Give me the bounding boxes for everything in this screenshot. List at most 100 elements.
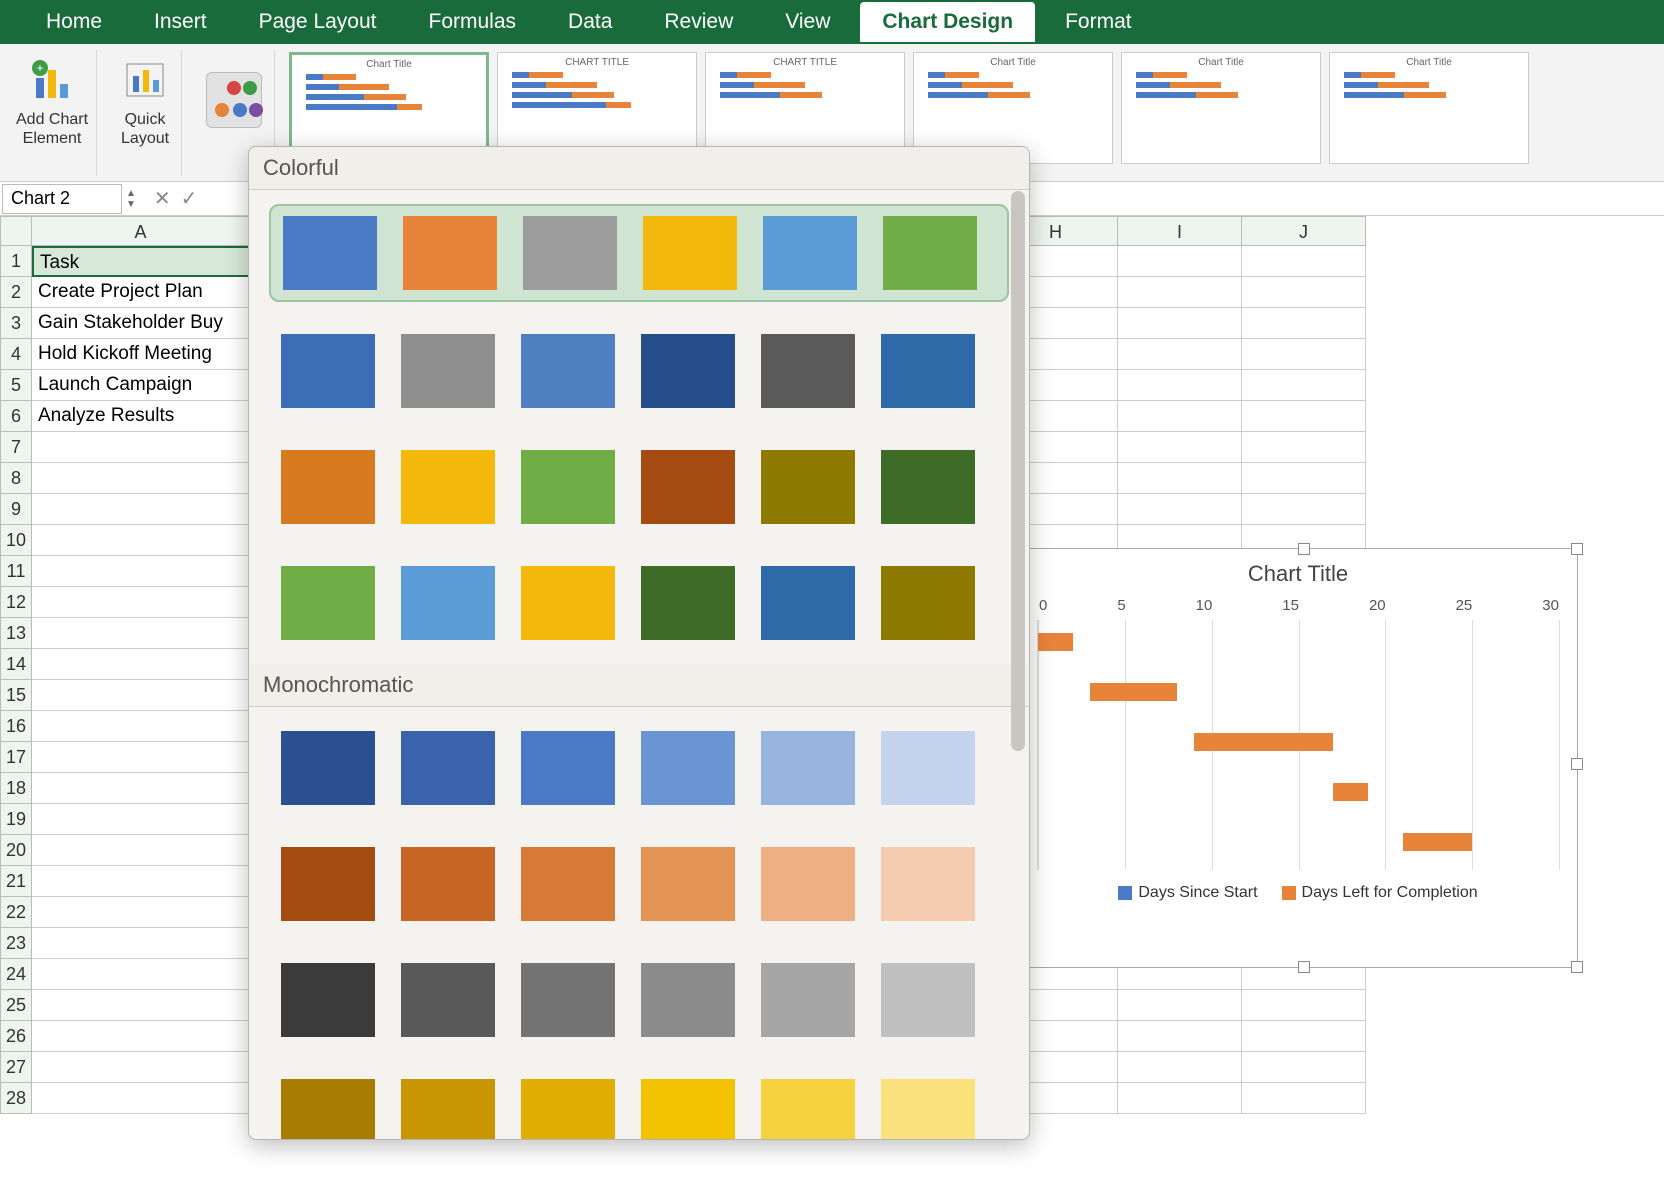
- add-chart-element-button[interactable]: + Add Chart Element: [16, 52, 88, 148]
- change-colors-button[interactable]: [206, 72, 262, 128]
- cell-J5[interactable]: [1242, 370, 1366, 401]
- row-head-4[interactable]: 4: [0, 339, 32, 370]
- cell-A19[interactable]: [32, 804, 250, 835]
- row-head-22[interactable]: 22: [0, 897, 32, 928]
- row-head-6[interactable]: 6: [0, 401, 32, 432]
- palette-swatch[interactable]: [641, 566, 735, 640]
- cell-A20[interactable]: [32, 835, 250, 866]
- row-head-23[interactable]: 23: [0, 928, 32, 959]
- cell-A8[interactable]: [32, 463, 250, 494]
- palette-swatch[interactable]: [521, 731, 615, 805]
- cell-I2[interactable]: [1118, 277, 1242, 308]
- cell-A14[interactable]: [32, 649, 250, 680]
- chart-title[interactable]: Chart Title: [1019, 561, 1577, 587]
- palette-swatch[interactable]: [881, 450, 975, 524]
- cell-J7[interactable]: [1242, 432, 1366, 463]
- tab-data[interactable]: Data: [546, 2, 634, 42]
- row-head-16[interactable]: 16: [0, 711, 32, 742]
- palette-swatch[interactable]: [281, 566, 375, 640]
- palette-swatch[interactable]: [881, 566, 975, 640]
- palette-swatch[interactable]: [401, 731, 495, 805]
- cell-I27[interactable]: [1118, 1052, 1242, 1083]
- palette-swatch[interactable]: [761, 847, 855, 921]
- tab-formulas[interactable]: Formulas: [407, 2, 539, 42]
- palette-swatch[interactable]: [641, 1079, 735, 1140]
- palette-row-1-2[interactable]: [269, 953, 1009, 1047]
- palette-swatch[interactable]: [521, 334, 615, 408]
- palette-swatch[interactable]: [521, 450, 615, 524]
- cell-I28[interactable]: [1118, 1083, 1242, 1114]
- cell-J2[interactable]: [1242, 277, 1366, 308]
- palette-row-0-3[interactable]: [269, 556, 1009, 650]
- cell-A21[interactable]: [32, 866, 250, 897]
- row-head-9[interactable]: 9: [0, 494, 32, 525]
- chart-legend[interactable]: Days Since Start Days Left for Completio…: [1019, 870, 1577, 916]
- cell-A2[interactable]: Create Project Plan: [32, 277, 250, 308]
- namebox-stepper-down[interactable]: ▼: [126, 199, 136, 210]
- palette-swatch[interactable]: [521, 847, 615, 921]
- cell-I7[interactable]: [1118, 432, 1242, 463]
- palette-row-1-0[interactable]: [269, 721, 1009, 815]
- palette-swatch[interactable]: [761, 1079, 855, 1140]
- palette-swatch[interactable]: [281, 847, 375, 921]
- palette-swatch[interactable]: [401, 963, 495, 1037]
- cell-I8[interactable]: [1118, 463, 1242, 494]
- cell-A5[interactable]: Launch Campaign: [32, 370, 250, 401]
- cell-J26[interactable]: [1242, 1021, 1366, 1052]
- chart-style-6[interactable]: Chart Title: [1329, 52, 1529, 164]
- cell-A7[interactable]: [32, 432, 250, 463]
- palette-row-1-3[interactable]: [269, 1069, 1009, 1140]
- palette-swatch[interactable]: [763, 216, 857, 290]
- col-head-A[interactable]: A: [32, 216, 250, 246]
- palette-swatch[interactable]: [761, 450, 855, 524]
- row-head-14[interactable]: 14: [0, 649, 32, 680]
- palette-swatch[interactable]: [641, 963, 735, 1037]
- row-head-28[interactable]: 28: [0, 1083, 32, 1114]
- cell-A12[interactable]: [32, 587, 250, 618]
- cell-I9[interactable]: [1118, 494, 1242, 525]
- palette-swatch[interactable]: [521, 566, 615, 640]
- palette-swatch[interactable]: [881, 1079, 975, 1140]
- row-head-10[interactable]: 10: [0, 525, 32, 556]
- col-head-J[interactable]: J: [1242, 216, 1366, 246]
- row-head-8[interactable]: 8: [0, 463, 32, 494]
- cell-A9[interactable]: [32, 494, 250, 525]
- row-head-15[interactable]: 15: [0, 680, 32, 711]
- palette-swatch[interactable]: [881, 963, 975, 1037]
- col-head-I[interactable]: I: [1118, 216, 1242, 246]
- palette-swatch[interactable]: [761, 731, 855, 805]
- palette-swatch[interactable]: [521, 1079, 615, 1140]
- palette-swatch[interactable]: [641, 450, 735, 524]
- cell-A6[interactable]: Analyze Results: [32, 401, 250, 432]
- cancel-formula-icon[interactable]: ✕: [154, 186, 171, 211]
- palette-swatch[interactable]: [401, 1079, 495, 1140]
- palette-swatch[interactable]: [401, 334, 495, 408]
- namebox-stepper-up[interactable]: ▲: [126, 188, 136, 199]
- palette-swatch[interactable]: [401, 450, 495, 524]
- row-head-1[interactable]: 1: [0, 246, 32, 277]
- palette-swatch[interactable]: [881, 847, 975, 921]
- palette-swatch[interactable]: [521, 963, 615, 1037]
- cell-A3[interactable]: Gain Stakeholder Buy: [32, 308, 250, 339]
- palette-swatch[interactable]: [883, 216, 977, 290]
- cell-J1[interactable]: [1242, 246, 1366, 277]
- palette-swatch[interactable]: [281, 731, 375, 805]
- row-head-26[interactable]: 26: [0, 1021, 32, 1052]
- row-head-17[interactable]: 17: [0, 742, 32, 773]
- row-head-3[interactable]: 3: [0, 308, 32, 339]
- cell-J8[interactable]: [1242, 463, 1366, 494]
- chart-bar-4[interactable]: [1403, 833, 1472, 851]
- cell-A26[interactable]: [32, 1021, 250, 1052]
- palette-swatch[interactable]: [281, 450, 375, 524]
- palette-row-0-1[interactable]: [269, 324, 1009, 418]
- cell-I3[interactable]: [1118, 308, 1242, 339]
- cell-A18[interactable]: [32, 773, 250, 804]
- quick-layout-button[interactable]: Quick Layout: [117, 52, 173, 148]
- chart-bar-0[interactable]: [1038, 633, 1073, 651]
- cell-I25[interactable]: [1118, 990, 1242, 1021]
- row-head-13[interactable]: 13: [0, 618, 32, 649]
- cell-A17[interactable]: [32, 742, 250, 773]
- cell-A23[interactable]: [32, 928, 250, 959]
- palette-swatch[interactable]: [881, 334, 975, 408]
- palette-row-0-0[interactable]: [269, 204, 1009, 302]
